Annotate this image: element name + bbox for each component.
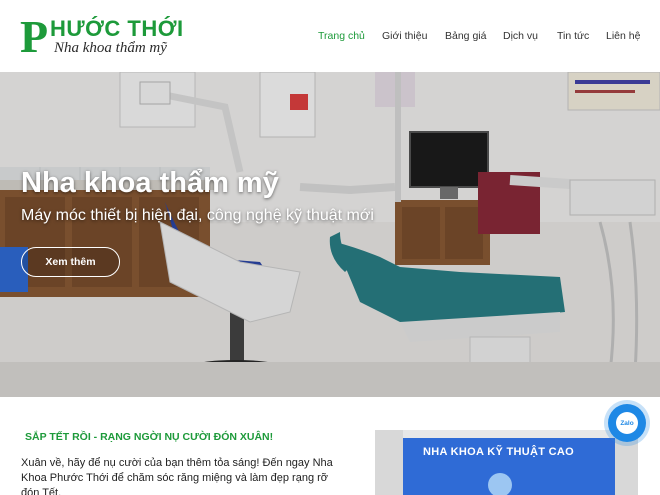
zalo-icon: Zalo <box>616 412 638 434</box>
promo-title: SẮP TẾT RỒI - RẠNG NGỜI NỤ CƯỜI ĐÓN XUÂN… <box>25 431 274 443</box>
nav-item-services[interactable]: Dịch vụ <box>503 30 538 42</box>
zalo-chat-button[interactable]: Zalo <box>608 404 646 442</box>
hero-banner: Nha khoa thẩm mỹ Máy móc thiết bị hiện đ… <box>0 72 660 397</box>
see-more-button[interactable]: Xem thêm <box>21 247 120 277</box>
promo-image: NHA KHOA KỸ THUẬT CAO <box>375 430 638 495</box>
promo-section: SẮP TẾT RỒI - RẠNG NGỜI NỤ CƯỜI ĐÓN XUÂN… <box>0 397 660 495</box>
hero-photo-dental-clinic <box>0 72 660 397</box>
nav-item-about[interactable]: Giới thiệu <box>382 30 427 42</box>
site-header: P HƯỚC THỚI Nha khoa thẩm mỹ Trang chủ G… <box>0 0 660 72</box>
nav-item-contact[interactable]: Liên hệ <box>606 30 640 42</box>
nav-item-news[interactable]: Tin tức <box>557 30 589 42</box>
main-nav: Trang chủ Giới thiệu Bảng giá Dịch vụ Ti… <box>0 30 660 46</box>
promo-sign-text: NHA KHOA KỸ THUẬT CAO <box>423 446 574 458</box>
hero-subtitle: Máy móc thiết bị hiện đại, công nghệ kỹ … <box>21 207 374 224</box>
promo-photo <box>375 430 638 495</box>
promo-text: Xuân về, hãy để nụ cười của bạn thêm tỏa… <box>21 457 333 495</box>
hero-title: Nha khoa thẩm mỹ <box>21 167 279 199</box>
nav-item-pricing[interactable]: Bảng giá <box>445 30 486 42</box>
nav-item-home[interactable]: Trang chủ <box>318 30 365 42</box>
